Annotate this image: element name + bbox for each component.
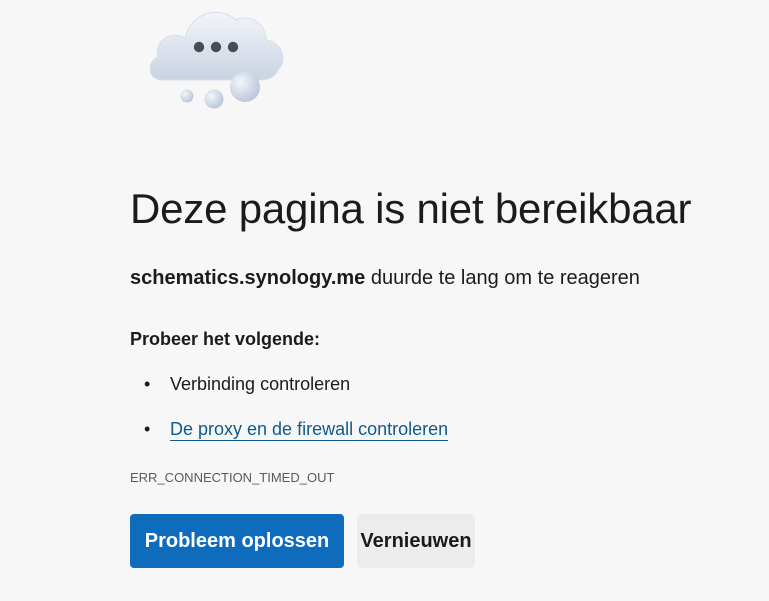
error-description: schematics.synology.me duurde te lang om… <box>130 264 640 292</box>
suggestions-heading: Probeer het volgende: <box>130 329 321 349</box>
description-text: duurde te lang om te reageren <box>365 267 640 289</box>
bullet-dot-icon: • <box>144 374 151 394</box>
suggestion-item-check-connection: • Verbinding controleren <box>130 370 448 415</box>
suggestion-label: Verbinding controleren <box>170 374 351 394</box>
suggestion-item-check-proxy-firewall: • De proxy en de firewall controleren <box>130 415 449 460</box>
error-page: Deze pagina is niet bereikbaar schematic… <box>0 0 769 601</box>
check-proxy-firewall-link[interactable]: De proxy en de firewall controleren <box>170 419 449 441</box>
cloud-thinking-icon <box>149 11 284 109</box>
troubleshoot-button[interactable]: Probleem oplossen <box>130 514 344 568</box>
host-name: schematics.synology.me <box>130 267 366 289</box>
bullet-dot-icon: • <box>144 419 151 439</box>
error-code: ERR_CONNECTION_TIMED_OUT <box>130 470 335 485</box>
page-title: Deze pagina is niet bereikbaar <box>130 185 692 232</box>
suggestion-list: • Verbinding controleren • De proxy en d… <box>130 370 449 460</box>
refresh-button[interactable]: Vernieuwen <box>357 514 475 568</box>
